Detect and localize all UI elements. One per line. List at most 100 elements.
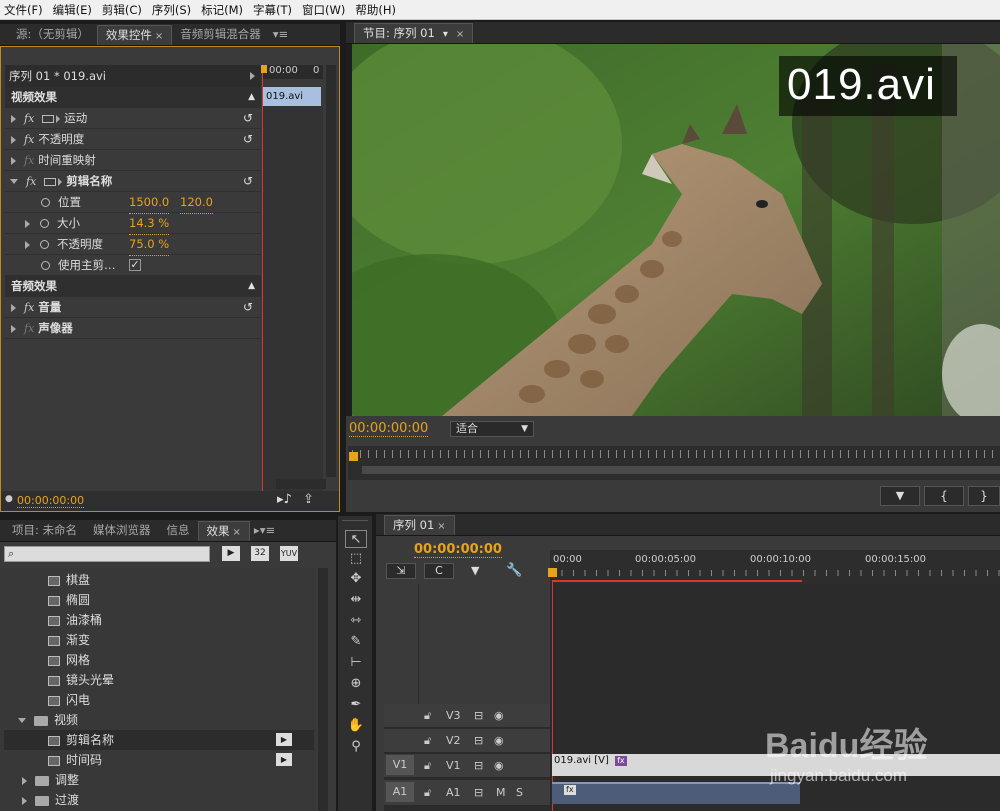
add-marker-button[interactable]: ▼ <box>880 486 920 506</box>
expand-icon[interactable] <box>11 324 16 333</box>
opacity-value[interactable]: 75.0 % <box>129 234 170 256</box>
menu-clip[interactable]: 剪辑(C) <box>98 2 148 18</box>
source-patch-a1[interactable]: A1 <box>386 782 414 802</box>
menu-edit[interactable]: 编辑(E) <box>49 2 98 18</box>
use-master-checkbox[interactable]: ✓ <box>129 259 141 271</box>
audio-effects-header[interactable]: 音频效果 ▲ <box>5 276 261 297</box>
expand-icon[interactable] <box>22 776 27 785</box>
collapse-up-icon[interactable]: ▲ <box>248 87 255 108</box>
tab-program[interactable]: 节目: 序列 01 ▾ × <box>354 23 474 43</box>
panel-menu-icon[interactable]: ▸▾≡ <box>250 521 279 541</box>
accelerated-effects-icon[interactable]: ▶ <box>222 546 240 561</box>
fx-icon[interactable]: fx <box>24 112 34 125</box>
wrench-icon[interactable]: 🔧 <box>506 563 522 578</box>
playhead-handle[interactable] <box>349 452 358 461</box>
folder-adjust[interactable]: 调整 <box>4 770 314 790</box>
tab-effects[interactable]: 效果 × <box>197 521 250 541</box>
mini-clip-bar[interactable]: 019.avi <box>263 87 321 106</box>
effect-time-remap[interactable]: fx 时间重映射 <box>5 150 261 171</box>
list-item[interactable]: 镜头光晕 <box>4 670 314 690</box>
expand-icon[interactable] <box>11 156 16 165</box>
tab-sequence[interactable]: 序列 01 × <box>384 515 455 535</box>
tab-media-browser[interactable]: 媒体浏览器 <box>85 521 159 541</box>
track-name[interactable]: A1 <box>446 786 461 799</box>
razor-tool-icon[interactable]: ✎ <box>345 633 367 651</box>
mini-ruler[interactable]: 00:00 0 <box>263 65 323 79</box>
list-item[interactable]: 时间码 ▶ <box>4 750 314 770</box>
stopwatch-icon[interactable] <box>41 261 50 270</box>
close-icon[interactable]: × <box>456 29 464 40</box>
collapse-icon[interactable] <box>10 179 18 184</box>
track-name[interactable]: V1 <box>446 759 461 772</box>
fx-icon[interactable]: fx <box>24 301 34 314</box>
export-icon[interactable]: ⇪ <box>303 492 314 507</box>
reset-icon[interactable]: ↺ <box>243 129 253 150</box>
mute-button[interactable]: M <box>496 786 506 799</box>
fit-dropdown[interactable]: 适合 ▼ <box>450 421 534 437</box>
bit-depth-32-icon[interactable]: 32 <box>251 546 269 561</box>
folder-video[interactable]: 视频 <box>4 710 314 730</box>
expand-icon[interactable] <box>25 240 30 249</box>
menu-window[interactable]: 窗口(W) <box>298 2 351 18</box>
collapse-icon[interactable] <box>18 718 26 723</box>
list-item[interactable]: 闪电 <box>4 690 314 710</box>
list-item[interactable]: 网格 <box>4 650 314 670</box>
ripple-edit-tool-icon[interactable]: ✥ <box>345 570 367 588</box>
lock-icon[interactable]: 🔓︎ <box>424 786 431 800</box>
vertical-scrollbar[interactable] <box>326 65 336 477</box>
slide-tool-icon[interactable]: ⊕ <box>345 675 367 693</box>
eye-icon[interactable]: ◉ <box>494 734 504 747</box>
program-scrubber[interactable] <box>348 446 1000 480</box>
hand-tool-icon[interactable]: ✋ <box>345 717 367 735</box>
playhead-handle[interactable] <box>548 568 557 577</box>
effect-volume[interactable]: fx 音量 ↺ <box>5 297 261 318</box>
linked-selection-icon[interactable]: C <box>424 563 454 579</box>
transform-box-icon[interactable] <box>44 177 57 186</box>
toggle-sync-icon[interactable]: ⊟ <box>474 709 483 722</box>
snap-icon[interactable]: ⇲ <box>386 563 416 579</box>
close-icon[interactable]: × <box>155 31 163 42</box>
program-timecode[interactable]: 00:00:00:00 <box>349 421 429 437</box>
play-arrow-icon[interactable] <box>250 72 255 80</box>
vertical-scrollbar[interactable] <box>318 568 328 811</box>
tab-effect-controls[interactable]: 效果控件 × <box>96 25 173 45</box>
close-icon[interactable]: × <box>233 527 241 538</box>
menu-sequence[interactable]: 序列(S) <box>148 2 197 18</box>
eye-icon[interactable]: ◉ <box>494 759 504 772</box>
toggle-sync-icon[interactable]: ⊟ <box>474 734 483 747</box>
yuv-icon[interactable]: YUV <box>280 546 298 561</box>
stopwatch-icon[interactable] <box>40 240 49 249</box>
stopwatch-icon[interactable] <box>41 198 50 207</box>
mark-out-button[interactable]: } <box>968 486 1000 506</box>
mini-playhead[interactable] <box>262 65 263 491</box>
effect-motion[interactable]: fx 运动 ↺ <box>5 108 261 129</box>
selection-tool-icon[interactable]: ↖ <box>345 530 367 548</box>
time-ruler[interactable]: 00:00 00:00:05:00 00:00:10:00 00:00:15:0… <box>548 550 1000 584</box>
fx-badge[interactable]: fx <box>564 785 576 795</box>
slip-tool-icon[interactable]: ⊢ <box>345 654 367 672</box>
playhead-line[interactable] <box>552 582 553 811</box>
tab-info[interactable]: 信息 <box>159 521 198 541</box>
expand-icon[interactable] <box>11 135 16 144</box>
audio-clip[interactable]: fx <box>552 782 800 804</box>
toggle-sync-icon[interactable]: ⊟ <box>474 786 483 799</box>
effect-opacity[interactable]: fx 不透明度 ↺ <box>5 129 261 150</box>
mark-in-button[interactable]: { <box>924 486 964 506</box>
track-select-tool-icon[interactable]: ⬚ <box>345 550 367 568</box>
list-item-selected[interactable]: 剪辑名称 ▶ <box>4 730 314 750</box>
list-item[interactable]: 渐变 <box>4 630 314 650</box>
expand-icon[interactable] <box>11 114 16 123</box>
horizontal-scrollbar[interactable] <box>276 479 326 489</box>
list-item[interactable]: 棋盘 <box>4 570 314 590</box>
effect-clip-name[interactable]: fx 剪辑名称 ↺ <box>5 171 261 192</box>
track-name[interactable]: V2 <box>446 734 461 747</box>
size-value[interactable]: 14.3 % <box>129 213 170 235</box>
reset-icon[interactable]: ↺ <box>243 108 253 129</box>
zoom-tool-icon[interactable]: ⚲ <box>345 738 367 756</box>
effect-panner[interactable]: fx 声像器 <box>5 318 261 339</box>
rate-stretch-tool-icon[interactable]: ⇿ <box>345 612 367 630</box>
folder-transition[interactable]: 过渡 <box>4 790 314 810</box>
close-icon[interactable]: × <box>437 521 445 532</box>
reset-icon[interactable]: ↺ <box>243 297 253 318</box>
play-audio-icon[interactable]: ▸♪ <box>277 492 292 507</box>
